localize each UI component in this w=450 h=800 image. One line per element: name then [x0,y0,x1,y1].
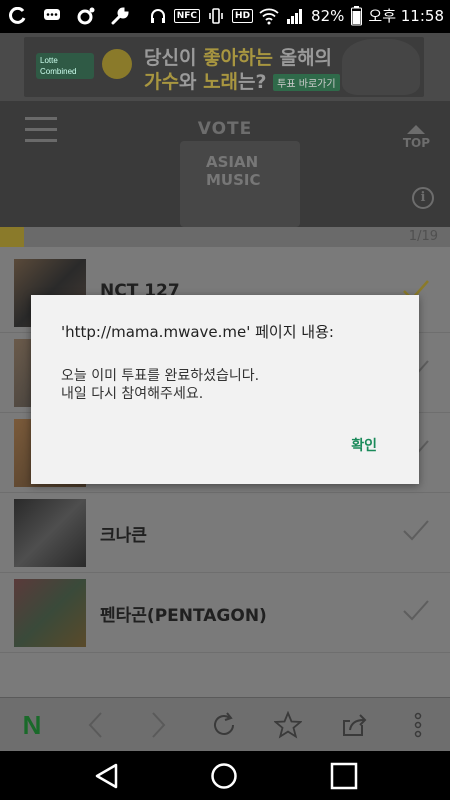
chat-icon [42,6,62,26]
list-item[interactable]: 크나큰 [0,493,450,573]
dialog-message-line: 오늘 이미 투표를 완료하셨습니다. [61,368,260,384]
candidate-name: 펜타곤(PENTAGON) [100,606,267,626]
sponsor-logo-icon [102,49,132,79]
wifi-icon [259,6,279,26]
status-bar: NFC HD 82% 오후 11:58 [0,0,450,33]
candidate-photo [14,499,86,567]
wrench-icon [110,6,130,26]
status-system: NFC HD 82% 오후 11:58 [148,5,444,26]
arrow-up-icon [407,125,426,134]
progress-bar-fill [0,227,24,247]
battery-icon [350,5,362,26]
dialog-message-line: 내일 다시 참여해주세요. [61,386,204,402]
home-circle-icon[interactable] [209,761,239,791]
headset-icon [148,6,168,26]
progress-counter: 1/19 [408,229,438,244]
recent-apps-square-icon[interactable] [329,761,359,791]
nfc-icon: NFC [173,8,201,23]
star-bookmark-icon[interactable] [272,709,304,741]
hd-icon: HD [232,8,254,23]
dialog-title: 'http://mama.mwave.me' 페이지 내용: [61,323,334,341]
naver-home-button[interactable]: N [16,709,48,741]
page-title: VOTE [197,119,253,139]
candidate-photo [14,579,86,647]
back-triangle-icon[interactable] [92,761,122,791]
banner-ad-content[interactable]: Lotte Combined 당신이 좋아하는 올해의 가수와 노래는? 투표 … [24,37,424,97]
check-icon[interactable] [402,597,430,625]
vote-progress: 1/19 [0,227,450,247]
ad-cta-button[interactable]: 투표 바로가기 [273,74,340,91]
vibrate-icon [206,6,226,26]
dialog-message: 오늘 이미 투표를 완료하셨습니다. 내일 다시 참여해주세요. [61,367,259,403]
scroll-top-button[interactable]: TOP [403,125,430,150]
navigation-bar [0,751,450,800]
share-icon[interactable] [338,709,370,741]
circle-app-icon [76,6,96,26]
status-notifications [8,6,130,26]
candidate-name: 크나큰 [100,526,147,546]
mama-logo: ASIAN MUSIC [180,141,300,227]
o-app-icon [8,6,28,26]
alert-dialog: 'http://mama.mwave.me' 페이지 내용: 오늘 이미 투표를… [31,295,419,484]
lotte-logo: Lotte Combined [36,53,94,79]
bear-mascot-icon [342,39,420,95]
ok-button[interactable]: 확인 [351,435,377,455]
browser-toolbar: N [0,697,450,751]
forward-arrow-icon[interactable] [142,709,174,741]
clock: 오후 11:58 [368,7,444,25]
banner-ad[interactable]: Lotte Combined 당신이 좋아하는 올해의 가수와 노래는? 투표 … [0,33,450,101]
ad-headline-1: 당신이 좋아하는 올해의 [144,47,333,69]
info-icon[interactable]: i [412,187,434,209]
list-item[interactable]: 펜타곤(PENTAGON) [0,573,450,653]
check-icon[interactable] [402,517,430,545]
more-options-icon[interactable] [402,709,434,741]
signal-icon [285,6,305,26]
battery-percent: 82% [311,6,345,25]
ad-headline-2: 가수와 노래는? 투표 바로가기 [144,67,340,94]
naver-logo: N [22,709,42,740]
back-arrow-icon[interactable] [80,709,112,741]
vote-header: VOTE TOP ASIAN MUSIC i [0,101,450,227]
refresh-icon[interactable] [208,709,240,741]
